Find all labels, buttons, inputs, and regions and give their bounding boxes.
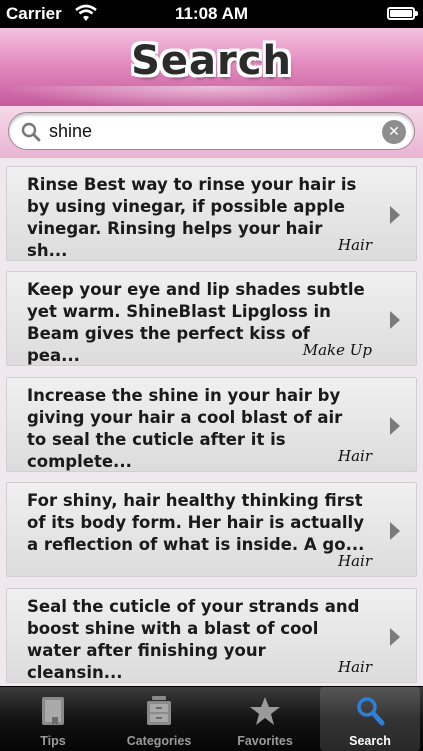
chevron-right-icon [390, 522, 400, 540]
results-list: Rinse Best way to rinse your hair is by … [0, 158, 423, 686]
list-item[interactable]: Increase the shine in your hair by givin… [6, 377, 417, 472]
star-icon [250, 697, 280, 725]
search-input[interactable] [49, 118, 369, 144]
clear-search-button[interactable]: ✕ [382, 120, 406, 144]
search-bar: ✕ [0, 106, 423, 159]
list-item[interactable]: For shiny, hair healthy thinking first o… [6, 482, 417, 577]
tip-text: For shiny, hair healthy thinking first o… [27, 491, 365, 554]
tip-category: Make Up [302, 341, 372, 359]
tip-category: Hair [338, 236, 372, 254]
tab-search[interactable]: Search [320, 687, 420, 751]
page-title: Search [131, 38, 292, 84]
search-icon [21, 122, 41, 142]
tab-categories[interactable]: Categories [106, 687, 212, 751]
list-item[interactable]: Seal the cuticle of your strands and boo… [6, 588, 417, 683]
search-field[interactable]: ✕ [8, 112, 415, 150]
status-bar: Carrier 11:08 AM [0, 0, 423, 28]
tip-category: Hair [338, 658, 372, 676]
book-icon [42, 697, 64, 726]
magnifier-icon [357, 697, 385, 726]
tab-favorites[interactable]: Favorites [212, 687, 318, 751]
battery-icon [387, 7, 418, 20]
tab-label: Search [349, 734, 391, 748]
tip-text: Seal the cuticle of your strands and boo… [27, 597, 360, 682]
tip-category: Hair [338, 552, 372, 570]
chevron-right-icon [390, 206, 400, 224]
tab-label: Tips [40, 734, 66, 748]
chevron-right-icon [390, 417, 400, 435]
nav-header: Search [0, 28, 423, 110]
tab-tips[interactable]: Tips [0, 687, 106, 751]
tip-text: Increase the shine in your hair by givin… [27, 386, 343, 471]
tip-text: Rinse Best way to rinse your hair is by … [27, 175, 357, 260]
tip-category: Hair [338, 447, 372, 465]
chevron-right-icon [390, 628, 400, 646]
tab-bar: Tips Categories Favorites Search [0, 686, 423, 751]
tab-label: Categories [126, 734, 192, 748]
tab-label: Favorites [237, 734, 293, 748]
chevron-right-icon [390, 311, 400, 329]
list-item[interactable]: Rinse Best way to rinse your hair is by … [6, 166, 417, 261]
list-item[interactable]: Keep your eye and lip shades subtle yet … [6, 271, 417, 366]
drawers-icon [147, 696, 171, 725]
clock: 11:08 AM [174, 4, 249, 23]
